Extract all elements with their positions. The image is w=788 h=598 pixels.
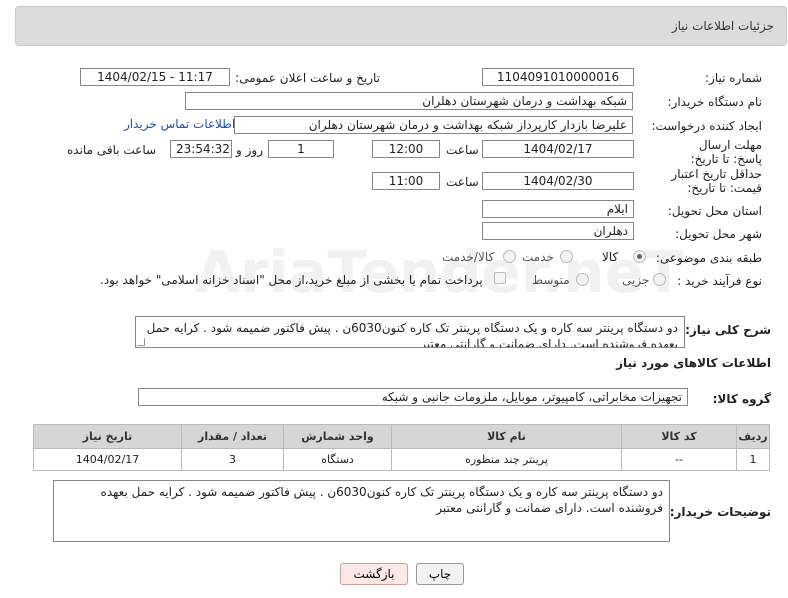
radio-service[interactable] <box>560 250 573 263</box>
group-field[interactable]: تجهیزات مخابراتی، کامپیوتر، موبایل، ملزو… <box>138 388 688 406</box>
category-label: طبقه بندی موضوعی: <box>655 251 762 265</box>
cell-code: -- <box>621 448 737 471</box>
buyer-org-field[interactable]: شبکه بهداشت و درمان شهرستان دهلران <box>185 92 633 110</box>
cell-row: 1 <box>736 448 770 471</box>
need-number-label: شماره نیاز: <box>705 71 762 85</box>
radio-goods[interactable] <box>633 250 646 263</box>
province-label: استان محل تحویل: <box>667 204 762 218</box>
resize-handle[interactable] <box>137 338 145 346</box>
payment-note: پرداخت تمام یا بخشی از مبلغ خرید،از محل … <box>100 273 483 287</box>
days-field[interactable]: 1 <box>268 140 334 158</box>
col-qty: تعداد / مقدار <box>181 424 284 449</box>
price-validity-label: حداقل تاریخ اعتبار قیمت: تا تاریخ: <box>671 167 762 195</box>
print-button[interactable]: چاپ <box>416 563 464 585</box>
city-label: شهر محل تحویل: <box>675 227 762 241</box>
need-number-field[interactable]: 1104091010000016 <box>482 68 634 86</box>
back-button[interactable]: بازگشت <box>340 563 408 585</box>
city-field[interactable]: دهلران <box>482 222 634 240</box>
buyer-notes-label: توضیحات خریدار: <box>669 505 771 519</box>
buyer-org-label: نام دستگاه خریدار: <box>667 95 763 109</box>
radio-partial-label: جزیی <box>622 273 650 287</box>
radio-goods-label: کالا <box>602 250 619 264</box>
buyer-notes-box[interactable]: دو دستگاه پرینتر سه کاره و یک دستگاه پری… <box>53 480 670 542</box>
deadline-time-label: ساعت <box>446 143 479 157</box>
page-title: جزئیات اطلاعات نیاز <box>671 19 774 33</box>
province-field[interactable]: ایلام <box>482 200 634 218</box>
group-label: گروه کالا: <box>712 392 771 406</box>
creator-field[interactable]: علیرضا بازدار کارپرداز شبکه بهداشت و درم… <box>234 116 633 134</box>
cell-qty: 3 <box>181 448 284 471</box>
radio-medium[interactable] <box>576 273 589 286</box>
remaining-label: ساعت باقی مانده <box>67 143 157 157</box>
radio-goods-service[interactable] <box>503 250 516 263</box>
treasury-checkbox[interactable] <box>494 272 506 284</box>
deadline-date-field[interactable]: 1404/02/17 <box>482 140 634 158</box>
remaining-time-field[interactable]: 23:54:32 <box>170 140 232 158</box>
col-code: کد کالا <box>621 424 737 449</box>
deadline-label: مهلت ارسال پاسخ: تا تاریخ: <box>690 138 762 166</box>
table-row[interactable]: 1 -- پرینتر چند منظوره دستگاه 3 1404/02/… <box>33 448 770 471</box>
items-table: ردیف کد کالا نام کالا واحد شمارش تعداد /… <box>33 424 770 471</box>
radio-medium-label: متوسط <box>532 273 570 287</box>
deadline-time-field[interactable]: 12:00 <box>372 140 440 158</box>
description-box[interactable]: دو دستگاه پرینتر سه کاره و یک دستگاه پری… <box>135 316 685 348</box>
radio-partial[interactable] <box>653 273 666 286</box>
cell-date: 1404/02/17 <box>33 448 182 471</box>
description-label: شرح کلی نیاز: <box>685 323 771 337</box>
announce-datetime-field[interactable]: 1404/02/15 - 11:17 <box>80 68 230 86</box>
price-date-field[interactable]: 1404/02/30 <box>482 172 634 190</box>
cell-unit: دستگاه <box>283 448 392 471</box>
header-panel: جزئیات اطلاعات نیاز <box>15 6 787 46</box>
cell-name: پرینتر چند منظوره <box>391 448 622 471</box>
goods-section-title: اطلاعات کالاهای مورد نیاز <box>616 356 771 370</box>
days-label: روز و <box>236 143 263 157</box>
process-label: نوع فرآیند خرید : <box>677 274 762 288</box>
creator-label: ایجاد کننده درخواست: <box>651 119 762 133</box>
price-time-label: ساعت <box>446 175 479 189</box>
radio-goods-service-label: کالا/خدمت <box>442 250 495 264</box>
buyer-contact-link[interactable]: اطلاعات تماس خریدار <box>124 117 235 131</box>
col-date: تاریخ نیاز <box>33 424 182 449</box>
announce-label: تاریخ و ساعت اعلان عمومی: <box>235 71 380 85</box>
watermark-logo: AriaTender.neT <box>195 238 684 306</box>
radio-service-label: خدمت <box>522 250 554 264</box>
col-name: نام کالا <box>391 424 622 449</box>
price-time-field[interactable]: 11:00 <box>372 172 440 190</box>
col-unit: واحد شمارش <box>283 424 392 449</box>
col-row: ردیف <box>736 424 770 449</box>
